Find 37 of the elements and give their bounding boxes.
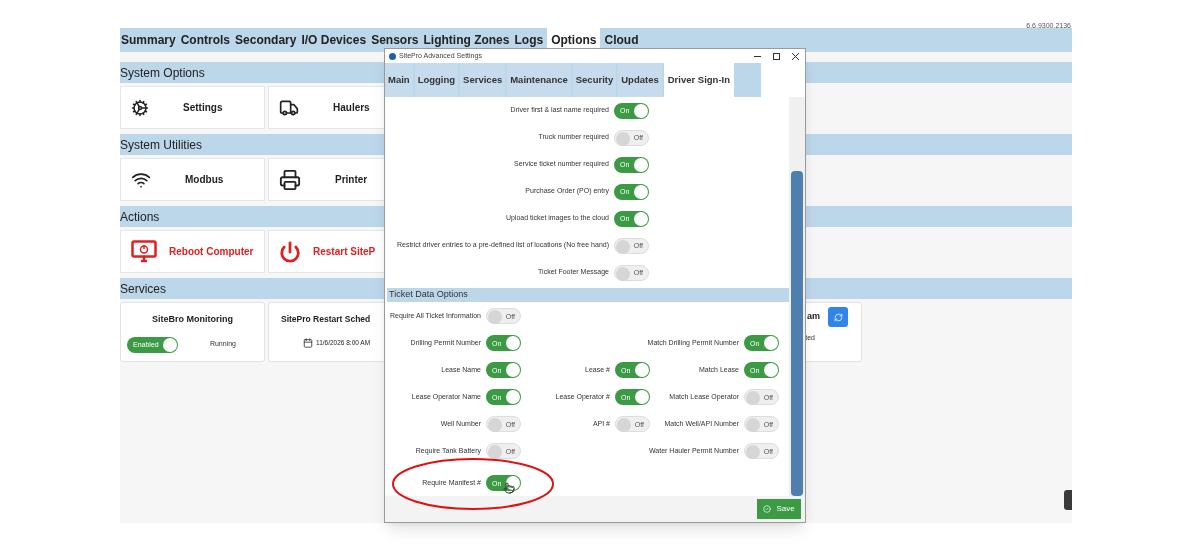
widget-icon[interactable] — [1064, 490, 1072, 510]
tab[interactable]: Maintenance — [507, 63, 571, 97]
tab[interactable]: Lighting Zones — [422, 28, 511, 52]
tab[interactable]: Logging — [414, 63, 459, 97]
tab[interactable]: Controls — [179, 28, 232, 52]
tab[interactable]: Cloud — [603, 28, 640, 52]
option-card[interactable]: Modbus — [120, 158, 265, 201]
tab[interactable]: Driver Sign-In — [663, 63, 735, 97]
printer-icon — [279, 168, 301, 191]
tab[interactable]: Secondary — [234, 28, 298, 52]
app-logo-icon — [389, 52, 396, 60]
tab[interactable]: Logs — [513, 28, 545, 52]
tab[interactable]: Sensors — [370, 28, 420, 52]
tab[interactable]: Services — [460, 63, 506, 97]
tab[interactable]: Summary — [120, 28, 177, 52]
power-icon — [279, 240, 301, 263]
service-title: am — [807, 310, 820, 324]
hand-cursor-icon — [503, 481, 515, 495]
service-title: SiteBro Monitoring — [152, 313, 233, 326]
refresh-icon — [833, 312, 843, 322]
tab[interactable]: Security — [572, 63, 617, 97]
save-button[interactable]: Save — [757, 499, 801, 519]
scrollbar[interactable] — [789, 97, 805, 496]
check-icon — [763, 505, 772, 513]
option-card[interactable]: Settings — [120, 86, 265, 129]
close-icon[interactable] — [792, 52, 799, 60]
gear-icon — [131, 98, 149, 117]
maximize-icon[interactable] — [773, 52, 780, 60]
option-card[interactable]: Reboot Computer — [120, 230, 265, 273]
tab[interactable]: Main — [385, 63, 413, 97]
calendar-icon — [303, 337, 313, 348]
service-title: SitePro Restart Sched — [281, 313, 371, 326]
monitor-power-icon — [131, 239, 157, 264]
tab[interactable]: I/O Devices — [300, 28, 368, 52]
tab[interactable]: Updates — [618, 63, 662, 97]
section-header: Ticket Data Options — [387, 288, 789, 302]
refresh-button[interactable] — [828, 307, 848, 327]
